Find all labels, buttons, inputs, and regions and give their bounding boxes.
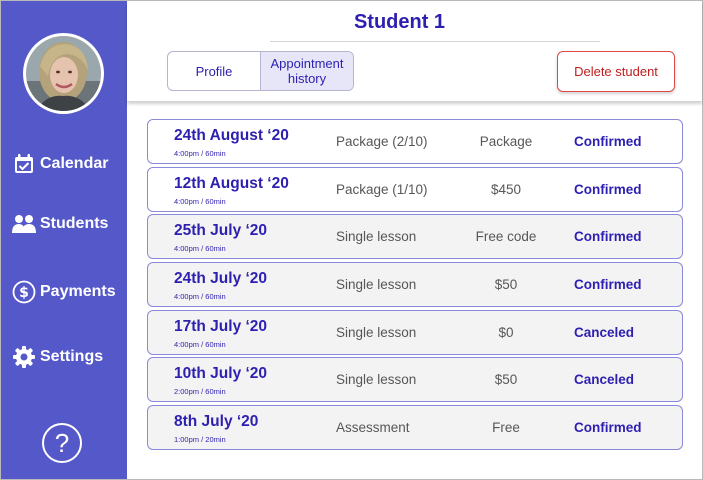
appointment-status: Confirmed — [574, 182, 642, 197]
sidebar-item-settings[interactable]: Settings — [11, 344, 103, 370]
appointment-row[interactable]: 24th August ‘20 4:00pm / 60min Package (2/… — [147, 119, 683, 164]
sidebar-item-label: Settings — [40, 348, 104, 365]
appointment-type: Single lesson — [336, 277, 417, 292]
appointment-time: 4:00pm / 60min — [174, 197, 226, 206]
title-divider — [270, 41, 600, 42]
appointment-time: 4:00pm / 60min — [174, 292, 226, 301]
appointment-date: 17th July ‘20 — [174, 318, 268, 335]
page-title: Student 1 — [353, 11, 446, 33]
appointment-date: 24th August ‘20 — [174, 127, 289, 144]
sidebar-item-label: Students — [40, 215, 109, 232]
appointment-date: 12th August ‘20 — [174, 175, 289, 192]
appointment-type: Package (2/10) — [336, 134, 428, 149]
appointment-price: Package — [479, 134, 533, 149]
appointment-time: 4:00pm / 60min — [174, 244, 226, 253]
appointment-row[interactable]: 10th July ‘20 2:00pm / 60min Single lesson… — [147, 357, 683, 402]
appointment-row[interactable]: 12th August ‘20 4:00pm / 60min Package (1/… — [147, 167, 683, 212]
appointment-status: Confirmed — [574, 277, 642, 292]
appointment-row[interactable]: 24th July ‘20 4:00pm / 60min Single lesson… — [147, 262, 683, 307]
sidebar-item-label: Calendar — [40, 155, 109, 172]
appointment-price: $50 — [494, 372, 518, 387]
appointment-price: Free — [492, 420, 520, 435]
delete-student-button[interactable]: Delete student — [557, 51, 675, 92]
appointment-row[interactable]: 8th July ‘20 1:00pm / 20min Assessment Free… — [147, 405, 683, 450]
appointment-list: 24th August ‘20 4:00pm / 60min Package (2/… — [127, 101, 702, 479]
sidebar-item-label: Payments — [40, 283, 116, 300]
appointment-date: 25th July ‘20 — [174, 222, 268, 239]
gear-icon — [11, 344, 37, 370]
sidebar: Calendar Students $ Payments Settings ? — [1, 1, 127, 479]
appointment-price: $450 — [490, 182, 522, 197]
appointment-date: 8th July ‘20 — [174, 413, 259, 430]
sidebar-item-payments[interactable]: $ Payments — [11, 279, 116, 305]
appointment-date: 24th July ‘20 — [174, 270, 268, 287]
appointment-time: 4:00pm / 60min — [174, 340, 226, 349]
appointment-status: Confirmed — [574, 134, 642, 149]
sidebar-item-students[interactable]: Students — [11, 211, 108, 237]
appointment-status: Confirmed — [574, 420, 642, 435]
help-button[interactable]: ? — [42, 423, 82, 463]
tab-profile[interactable]: Profile — [168, 52, 260, 90]
appointment-status: Canceled — [574, 325, 635, 340]
tab-appointment-history[interactable]: Appointment history — [260, 52, 353, 90]
appointment-type: Single lesson — [336, 372, 417, 387]
appointment-date: 10th July ‘20 — [174, 365, 268, 382]
avatar[interactable] — [23, 33, 104, 114]
appointment-status: Confirmed — [574, 229, 642, 244]
appointment-price: $0 — [498, 325, 514, 340]
appointment-type: Single lesson — [336, 229, 417, 244]
svg-text:$: $ — [19, 285, 29, 301]
tab-group: Profile Appointment history — [167, 51, 354, 91]
help-icon: ? — [54, 427, 70, 458]
calendar-icon — [11, 151, 37, 177]
appointment-time: 2:00pm / 60min — [174, 387, 226, 396]
avatar-photo — [26, 36, 101, 111]
appointment-type: Assessment — [336, 420, 410, 435]
appointment-status: Canceled — [574, 372, 635, 387]
students-icon — [11, 211, 37, 237]
appointment-row[interactable]: 25th July ‘20 4:00pm / 60min Single lesson… — [147, 214, 683, 259]
appointment-type: Package (1/10) — [336, 182, 428, 197]
appointment-price: Free code — [475, 229, 537, 244]
appointment-price: $50 — [494, 277, 518, 292]
appointment-time: 4:00pm / 60min — [174, 149, 226, 158]
sidebar-item-calendar[interactable]: Calendar — [11, 151, 108, 177]
dollar-icon: $ — [11, 279, 37, 305]
appointment-row[interactable]: 17th July ‘20 4:00pm / 60min Single lesson… — [147, 310, 683, 355]
appointment-time: 1:00pm / 20min — [174, 435, 226, 444]
appointment-type: Single lesson — [336, 325, 417, 340]
page-header: Student 1 Profile Appointment history De… — [127, 1, 702, 101]
